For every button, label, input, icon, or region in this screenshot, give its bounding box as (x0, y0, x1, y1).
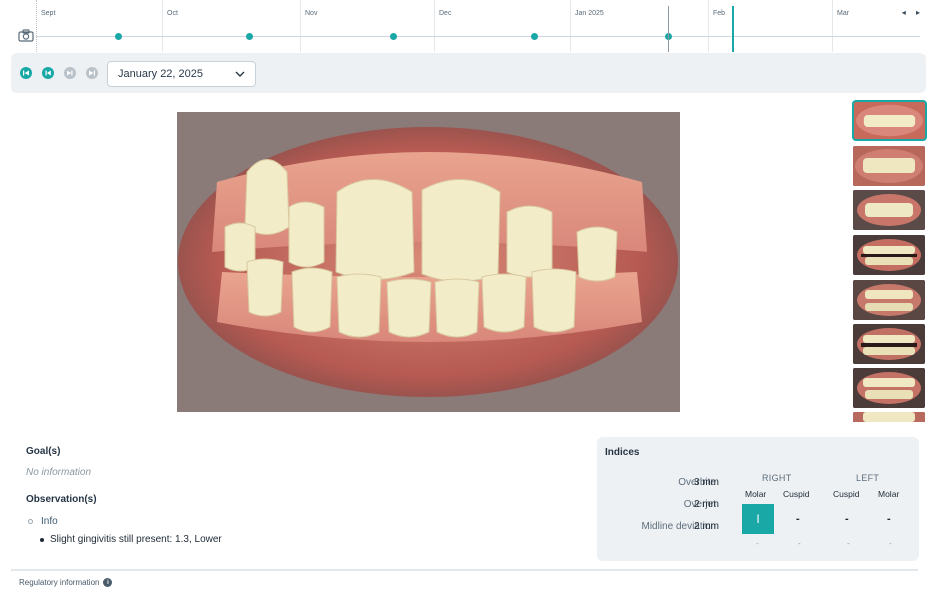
month-label: Jan 2025 (575, 10, 604, 17)
right-molar-sub-value: - (756, 539, 759, 548)
month-label: Dec (439, 10, 452, 17)
overjet-value: 2 mm (694, 499, 719, 510)
playback-toolbar: January 22, 2025 (11, 53, 926, 93)
photo-thumbnail[interactable] (853, 146, 925, 186)
regulatory-information-label: Regulatory information (19, 578, 100, 587)
date-select-value: January 22, 2025 (118, 68, 204, 80)
photo-thumbnail[interactable] (853, 235, 925, 275)
photo-teeth-image (177, 112, 680, 412)
photo-thumbnail[interactable] (853, 368, 925, 408)
observations-heading: Observation(s) (26, 494, 97, 505)
timeline-months: Sept Oct Nov Dec Jan 2025 Feb Mar (0, 0, 940, 52)
overbite-value: 3 mm (694, 477, 719, 488)
month-label: Oct (167, 10, 178, 17)
right-cuspid-sub-value: - (798, 539, 801, 548)
timeline-photo-marker[interactable] (531, 33, 538, 40)
timeline-today-line (732, 6, 734, 52)
last-icon (89, 70, 95, 76)
timeline-month-sept[interactable]: Sept (36, 0, 162, 52)
timeline-month-jan[interactable]: Jan 2025 (570, 0, 708, 52)
indices-heading: Indices (605, 447, 640, 458)
observation-category: Info (28, 516, 58, 527)
right-side-heading: RIGHT (762, 473, 792, 483)
right-molar-heading: Molar (745, 489, 767, 499)
previous-icon (45, 70, 51, 76)
indices-panel: Indices Overbite 3 mm Overjet 2 mm Midli… (597, 437, 919, 561)
left-cuspid-heading: Cuspid (833, 489, 860, 499)
timeline-month-nov[interactable]: Nov (300, 0, 434, 52)
observation-item-text: Slight gingivitis still present: 1.3, Lo… (50, 534, 222, 545)
midline-deviation-value: 2 mm (694, 521, 719, 532)
photo-thumbnail[interactable] (853, 412, 925, 422)
month-label: Feb (713, 10, 726, 17)
left-cuspid-sub-value: - (847, 539, 850, 548)
last-photo-button[interactable] (86, 67, 98, 79)
left-molar-value: - (887, 513, 891, 525)
photo-thumbnail[interactable] (853, 190, 925, 230)
intraoral-photo (177, 112, 680, 412)
photo-thumbnail[interactable] (853, 324, 925, 364)
left-molar-heading: Molar (878, 489, 900, 499)
next-icon (67, 70, 73, 76)
right-cuspid-heading: Cuspid (783, 489, 810, 499)
left-cuspid-value: - (845, 513, 849, 525)
photo-thumbnail[interactable] (853, 280, 925, 320)
timeline-photo-marker[interactable] (390, 33, 397, 40)
timeline-nav-arrows[interactable]: ◂ ▸ (902, 8, 924, 17)
goals-value: No information (26, 467, 92, 478)
photo-thumbnail-selected[interactable] (852, 100, 927, 141)
previous-photo-button[interactable] (42, 67, 54, 79)
goals-heading: Goal(s) (26, 446, 61, 457)
first-icon (23, 70, 29, 76)
info-icon[interactable]: i (103, 578, 113, 587)
regulatory-information-link[interactable]: Regulatory information i (19, 578, 113, 587)
month-label: Nov (305, 10, 318, 17)
observation-item: Slight gingivitis still present: 1.3, Lo… (40, 534, 222, 545)
right-molar-class-value: I (742, 504, 774, 534)
camera-icon[interactable] (18, 29, 34, 42)
timeline-photo-marker[interactable] (246, 33, 253, 40)
left-side-heading: LEFT (856, 473, 880, 483)
month-label: Mar (837, 10, 850, 17)
timeline-month-feb[interactable]: Feb (708, 0, 832, 52)
next-photo-button[interactable] (64, 67, 76, 79)
timeline-month-dec[interactable]: Dec (434, 0, 570, 52)
timeline-photo-marker[interactable] (115, 33, 122, 40)
date-select[interactable]: January 22, 2025 (107, 61, 256, 87)
left-molar-sub-value: - (889, 539, 892, 548)
observation-category-label: Info (41, 516, 58, 527)
first-photo-button[interactable] (20, 67, 32, 79)
timeline-month-oct[interactable]: Oct (162, 0, 300, 52)
chevron-down-icon (235, 71, 245, 77)
timeline[interactable]: Sept Oct Nov Dec Jan 2025 Feb Mar ◂ ▸ (0, 0, 940, 52)
circle-icon (28, 519, 33, 524)
timeline-selected-line (668, 6, 669, 52)
right-cuspid-value: - (796, 513, 800, 525)
timeline-track (36, 36, 920, 37)
bullet-icon (40, 537, 44, 542)
footer-divider (11, 569, 918, 571)
month-label: Sept (41, 10, 56, 17)
photo-thumbnail-strip[interactable] (852, 100, 928, 422)
